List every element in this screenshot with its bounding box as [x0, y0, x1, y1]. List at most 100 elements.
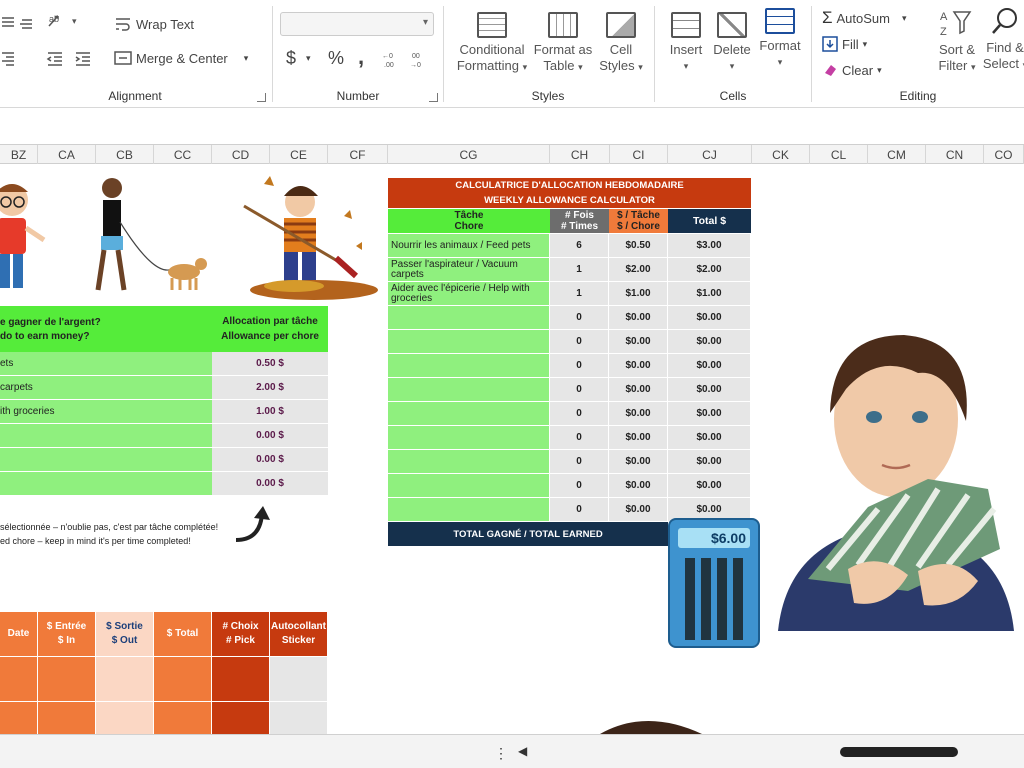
calc-times-cell[interactable]: 0 [550, 306, 609, 330]
column-header[interactable]: CO [984, 145, 1024, 165]
ledger-cell[interactable] [154, 702, 212, 734]
delete-button[interactable]: Delete ▾ [710, 12, 754, 74]
calc-per-chore-cell[interactable]: $0.00 [609, 330, 668, 354]
left-amount-cell[interactable]: 0.50 $ [212, 352, 328, 376]
more-options-icon[interactable]: ⋮ [494, 745, 508, 762]
ledger-header-cell[interactable]: $ Sortie $ Out [96, 612, 154, 656]
clear-button[interactable]: Clear ▾ [822, 62, 882, 78]
calc-chore-cell[interactable] [388, 306, 550, 330]
calc-per-chore-cell[interactable]: $2.00 [609, 258, 668, 282]
calc-header-per-chore[interactable]: $ / Tâche $ / Chore [609, 209, 668, 233]
calc-total-cell[interactable]: $0.00 [668, 354, 751, 378]
increase-indent-icon[interactable] [74, 50, 92, 66]
calc-chore-cell[interactable]: Passer l'aspirateur / Vacuum carpets [388, 258, 550, 282]
left-amount-cell[interactable]: 0.00 $ [212, 448, 328, 472]
calc-header-times[interactable]: # Fois # Times [550, 209, 609, 233]
decrease-decimal-icon[interactable]: 00 →0 [410, 50, 430, 70]
calc-times-cell[interactable]: 1 [550, 282, 609, 306]
column-header[interactable]: CH [550, 145, 610, 165]
ledger-cell[interactable] [96, 702, 154, 734]
alignment-dialog-launcher-icon[interactable] [257, 93, 266, 102]
left-chore-cell[interactable]: ith groceries [0, 400, 212, 424]
left-chore-cell[interactable]: carpets [0, 376, 212, 400]
ledger-cell[interactable] [38, 657, 96, 701]
column-header[interactable]: CM [868, 145, 926, 165]
calc-chore-cell[interactable]: Aider avec l'épicerie / Help with grocer… [388, 282, 550, 306]
calc-times-cell[interactable]: 0 [550, 330, 609, 354]
increase-decimal-icon[interactable]: ←0.00 [382, 50, 402, 70]
calc-total-cell[interactable]: $0.00 [668, 474, 751, 498]
decrease-indent-icon[interactable] [46, 50, 64, 66]
ledger-cell[interactable] [96, 657, 154, 701]
currency-button[interactable]: $ ▾ [286, 48, 311, 69]
calc-total-cell[interactable]: $0.00 [668, 378, 751, 402]
left-table-header-chore[interactable]: e gagner de l'argent? do to earn money? [0, 306, 212, 352]
left-chore-cell[interactable] [0, 448, 212, 472]
calc-times-cell[interactable]: 1 [550, 258, 609, 282]
ledger-header-cell[interactable]: $ Total [154, 612, 212, 656]
calc-per-chore-cell[interactable]: $0.00 [609, 306, 668, 330]
format-button[interactable]: Format ▾ [756, 8, 804, 70]
autosum-button[interactable]: Σ AutoSum ▾ [822, 8, 907, 28]
calc-per-chore-cell[interactable]: $0.00 [609, 354, 668, 378]
column-header[interactable]: CC [154, 145, 212, 165]
calc-chore-cell[interactable]: Nourrir les animaux / Feed pets [388, 234, 550, 258]
calc-chore-cell[interactable] [388, 402, 550, 426]
calc-chore-cell[interactable] [388, 426, 550, 450]
column-header[interactable]: CI [610, 145, 668, 165]
number-dialog-launcher-icon[interactable] [429, 93, 438, 102]
ledger-cell[interactable] [154, 657, 212, 701]
ledger-cell[interactable] [38, 702, 96, 734]
left-chore-cell[interactable] [0, 472, 212, 496]
column-header[interactable]: CA [38, 145, 96, 165]
align-top-icon[interactable] [0, 14, 16, 30]
calc-total-cell[interactable]: $0.00 [668, 450, 751, 474]
calc-times-cell[interactable]: 0 [550, 498, 609, 522]
column-header[interactable]: CK [752, 145, 810, 165]
merge-center-button[interactable]: Merge & Center ▾ [114, 50, 248, 66]
chevron-down-icon[interactable]: ▾ [902, 13, 907, 24]
calc-per-chore-cell[interactable]: $0.00 [609, 450, 668, 474]
column-header[interactable]: CJ [668, 145, 752, 165]
column-header[interactable]: CD [212, 145, 270, 165]
format-as-table-button[interactable]: Format as Table ▾ [532, 12, 594, 75]
align-right-icon[interactable] [0, 50, 16, 66]
calc-times-cell[interactable]: 0 [550, 426, 609, 450]
spreadsheet-grid[interactable]: e gagner de l'argent? do to earn money? … [0, 164, 1024, 734]
ledger-header-cell[interactable]: Autocollant Sticker [270, 612, 328, 656]
calc-total-label[interactable]: TOTAL GAGNÉ / TOTAL EARNED [388, 522, 668, 546]
calc-chore-cell[interactable] [388, 498, 550, 522]
find-select-button[interactable]: Find & Select ▾ [982, 6, 1024, 73]
calc-chore-cell[interactable] [388, 354, 550, 378]
ledger-cell[interactable] [270, 702, 328, 734]
ledger-cell[interactable] [212, 657, 270, 701]
calc-total-cell[interactable]: $3.00 [668, 234, 751, 258]
chevron-down-icon[interactable]: ▾ [244, 53, 249, 64]
calc-total-cell[interactable]: $1.00 [668, 282, 751, 306]
ledger-header-cell[interactable]: Date [0, 612, 38, 656]
column-header[interactable]: CG [388, 145, 550, 165]
column-header[interactable]: CN [926, 145, 984, 165]
calc-total-cell[interactable]: $0.00 [668, 330, 751, 354]
calc-times-cell[interactable]: 0 [550, 474, 609, 498]
calc-chore-cell[interactable] [388, 330, 550, 354]
ledger-cell[interactable] [212, 702, 270, 734]
left-amount-cell[interactable]: 0.00 $ [212, 472, 328, 496]
ledger-cell[interactable] [0, 657, 38, 701]
calc-total-cell[interactable]: $0.00 [668, 402, 751, 426]
column-header[interactable]: CL [810, 145, 868, 165]
calc-per-chore-cell[interactable]: $0.00 [609, 378, 668, 402]
left-amount-cell[interactable]: 1.00 $ [212, 400, 328, 424]
calc-per-chore-cell[interactable]: $0.00 [609, 498, 668, 522]
left-amount-cell[interactable]: 2.00 $ [212, 376, 328, 400]
calc-header-total[interactable]: Total $ [668, 209, 751, 233]
cell-styles-button[interactable]: Cell Styles ▾ [596, 12, 646, 75]
calc-per-chore-cell[interactable]: $0.00 [609, 474, 668, 498]
ledger-cell[interactable] [0, 702, 38, 734]
calc-per-chore-cell[interactable]: $1.00 [609, 282, 668, 306]
calc-chore-cell[interactable] [388, 474, 550, 498]
calc-per-chore-cell[interactable]: $0.50 [609, 234, 668, 258]
comma-style-button[interactable]: , [358, 44, 364, 70]
ledger-header-cell[interactable]: # Choix # Pick [212, 612, 270, 656]
calc-times-cell[interactable]: 0 [550, 354, 609, 378]
